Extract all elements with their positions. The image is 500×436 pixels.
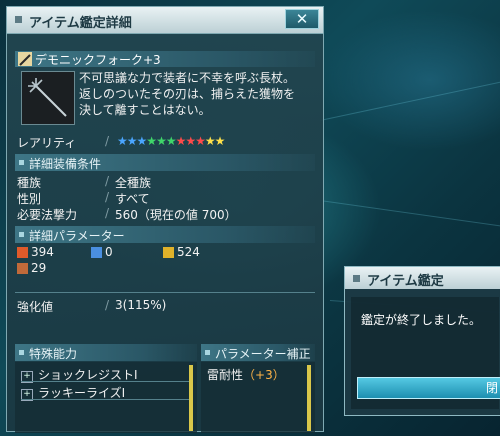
window-title-bar: アイテム鑑定詳細 ✕ bbox=[7, 7, 323, 34]
item-appraisal-detail-window: アイテム鑑定詳細 ✕ デモニックフォーク+3 不可思議な力で装者に不幸を呼ぶ長杖… bbox=[6, 6, 324, 433]
param-bonus-value: （+3） bbox=[243, 368, 285, 382]
divider bbox=[15, 292, 315, 293]
bg-line bbox=[319, 80, 500, 121]
rarity-star-icon: ★ bbox=[156, 134, 167, 148]
item-name: デモニックフォーク+3 bbox=[35, 53, 161, 67]
item-description-line: 返しのついたその刃は、捕らえた獲物を bbox=[79, 87, 296, 101]
rarity-star-icon: ★ bbox=[195, 134, 206, 148]
title-bullet-icon bbox=[353, 275, 360, 282]
divider bbox=[21, 381, 191, 382]
param-bonus-header: パラメーター補正 bbox=[201, 344, 315, 361]
rarity-star-icon: ★ bbox=[175, 134, 187, 148]
abilities-header-label: 特殊能力 bbox=[29, 347, 78, 361]
appraisal-dialog: アイテム鑑定 鑑定が終了しました。 閉 bbox=[344, 266, 500, 416]
rarity-star-icon: ★ bbox=[185, 134, 196, 148]
required-tech-value: 560（現在の値 700） bbox=[115, 208, 237, 222]
requirements-header-label: 詳細装備条件 bbox=[29, 157, 102, 171]
separator: / bbox=[105, 190, 110, 204]
rarity-star-icon: ★ bbox=[146, 134, 157, 148]
defense-value: 0 bbox=[105, 245, 113, 259]
enhancement-value: 3(115%) bbox=[115, 298, 167, 312]
ability-label: ショックレジストI bbox=[38, 368, 138, 382]
item-description-line: 決して離すことはない。 bbox=[79, 103, 211, 117]
separator: / bbox=[105, 206, 110, 220]
param-bonus-scrollbar[interactable] bbox=[307, 365, 311, 431]
required-tech-label: 必要法撃力 bbox=[17, 208, 78, 222]
rarity-star-icon: ★ bbox=[126, 134, 138, 148]
dialog-message: 鑑定が終了しました。 bbox=[361, 313, 482, 327]
param-bonus-header-label: パラメーター補正 bbox=[215, 347, 311, 361]
divider bbox=[21, 399, 191, 400]
abilities-scrollbar[interactable] bbox=[189, 365, 193, 431]
dialog-title: アイテム鑑定 bbox=[367, 274, 444, 289]
attack-value: 394 bbox=[31, 245, 54, 259]
separator: / bbox=[105, 298, 110, 312]
dexterity-icon bbox=[17, 263, 28, 274]
rarity-star-icon: ★ bbox=[136, 134, 148, 148]
title-bullet-icon bbox=[15, 16, 22, 23]
param-bonus-label: 雷耐性 bbox=[207, 368, 244, 382]
defense-icon bbox=[91, 247, 102, 258]
technique-icon bbox=[163, 247, 174, 258]
race-value: 全種族 bbox=[115, 176, 152, 190]
separator: / bbox=[105, 174, 110, 188]
rarity-star-icon: ★ bbox=[214, 134, 226, 148]
abilities-header: 特殊能力 bbox=[15, 344, 197, 361]
separator: / bbox=[105, 134, 110, 148]
close-dialog-button[interactable]: 閉 bbox=[357, 377, 500, 399]
dialog-title-bar: アイテム鑑定 bbox=[345, 267, 500, 289]
parameters-header-label: 詳細パラメーター bbox=[29, 229, 125, 243]
rarity-stars: ★★★★★★★★★★★ bbox=[117, 134, 226, 148]
gender-label: 性別 bbox=[17, 192, 42, 206]
requirements-header: 詳細装備条件 bbox=[15, 154, 315, 171]
wand-icon bbox=[18, 52, 32, 66]
window-title: アイテム鑑定詳細 bbox=[29, 16, 132, 31]
rarity-star-icon: ★ bbox=[204, 134, 216, 148]
technique-value: 524 bbox=[177, 245, 200, 259]
gender-value: すべて bbox=[115, 192, 150, 206]
bg-line bbox=[319, 200, 500, 228]
rarity-label: レアリティ bbox=[17, 136, 77, 150]
dexterity-value: 29 bbox=[31, 261, 47, 275]
race-label: 種族 bbox=[17, 176, 42, 190]
parameters-header: 詳細パラメーター bbox=[15, 226, 315, 243]
rarity-star-icon: ★ bbox=[165, 134, 177, 148]
item-description-line: 不可思議な力で装者に不幸を呼ぶ長杖。 bbox=[79, 71, 296, 85]
rarity-star-icon: ★ bbox=[117, 134, 128, 148]
attack-icon bbox=[17, 247, 28, 258]
param-bonus-item: 雷耐性（+3） bbox=[207, 366, 285, 383]
close-button[interactable]: ✕ bbox=[285, 9, 319, 29]
enhancement-label: 強化値 bbox=[17, 300, 54, 314]
ability-label: ラッキーライズI bbox=[38, 386, 126, 400]
item-image bbox=[21, 71, 75, 125]
